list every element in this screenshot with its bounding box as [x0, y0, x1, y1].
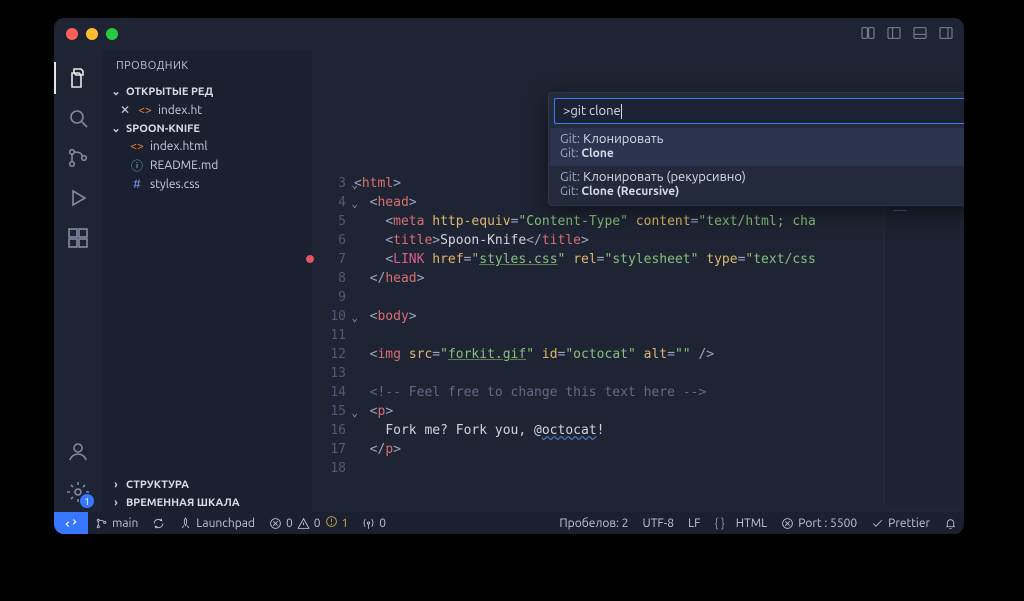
palette-item[interactable]: Git: КлонироватьGit: Clone	[550, 128, 964, 166]
explorer-icon[interactable]	[54, 58, 102, 98]
html-file-icon: <>	[138, 104, 152, 117]
code-content[interactable]: <html> <head> <meta http-equiv="Content-…	[354, 174, 964, 512]
remote-indicator[interactable]	[54, 512, 88, 534]
section-open-editors-label: ОТКРЫТЫЕ РЕД	[126, 86, 213, 98]
section-outline-label: СТРУКТУРА	[126, 479, 189, 491]
sidebar: ПРОВОДНИК ⌄ОТКРЫТЫЕ РЕД ✕ <> index.ht ⌄S…	[102, 50, 312, 512]
titlebar-layout-icons	[860, 25, 954, 41]
panel-bottom-icon[interactable]	[912, 25, 928, 41]
status-bar: main Launchpad 0 0 1 0 Пробелов: 2 UTF-8…	[54, 512, 964, 534]
source-control-icon[interactable]	[54, 138, 102, 178]
code-editor[interactable]: 3⌄4⌄5678910⌄1112131415⌄161718 <html> <he…	[312, 174, 964, 512]
command-palette: >git clone Git: КлонироватьGit: CloneGit…	[548, 92, 964, 206]
file-tree-item[interactable]: <> index.html	[102, 138, 312, 155]
file-name: styles.css	[150, 178, 200, 191]
sync-button[interactable]	[145, 517, 172, 530]
activity-bar: 1	[54, 50, 102, 512]
search-icon[interactable]	[54, 98, 102, 138]
errors-count: 0	[286, 517, 293, 530]
section-open-editors[interactable]: ⌄ОТКРЫТЫЕ РЕД	[102, 82, 312, 101]
prettier-label: Prettier	[888, 517, 930, 530]
section-outline[interactable]: ›СТРУКТУРА	[102, 476, 312, 494]
radio-tower-item[interactable]: 0	[355, 517, 393, 530]
html-file-icon: <>	[130, 140, 144, 153]
section-workspace[interactable]: ⌄SPOON-KNIFE	[102, 119, 312, 138]
minimap[interactable]	[884, 154, 960, 506]
section-workspace-label: SPOON-KNIFE	[126, 123, 200, 135]
encoding-label: UTF-8	[643, 517, 674, 530]
port-label: Port : 5500	[798, 517, 857, 530]
spaces-indicator[interactable]: Пробелов: 2	[552, 517, 635, 530]
launchpad-item[interactable]: Launchpad	[172, 517, 262, 530]
palette-item[interactable]: Git: Клонировать (рекурсивно)Git: Clone …	[550, 166, 964, 204]
command-palette-input[interactable]: >git clone	[554, 98, 964, 124]
git-branch-indicator[interactable]: main	[88, 517, 145, 530]
eol-label: LF	[688, 517, 700, 530]
md-file-icon: ⓘ	[130, 157, 144, 174]
css-file-icon: #	[130, 178, 144, 191]
panel-right-icon[interactable]	[938, 25, 954, 41]
file-name: index.html	[150, 140, 208, 153]
sidebar-title: ПРОВОДНИК	[102, 50, 312, 82]
titlebar	[54, 18, 964, 50]
close-icon[interactable]: ✕	[118, 103, 132, 117]
close-window-button[interactable]	[66, 28, 78, 40]
prettier-indicator[interactable]: Prettier	[864, 517, 937, 530]
git-branch-name: main	[112, 517, 138, 530]
language-label: HTML	[736, 517, 768, 530]
language-mode-indicator[interactable]: { } HTML	[707, 517, 774, 530]
traffic-lights	[66, 28, 118, 40]
accounts-icon[interactable]	[54, 432, 102, 472]
panel-icon[interactable]	[886, 25, 902, 41]
extensions-icon[interactable]	[54, 218, 102, 258]
notifications-icon[interactable]	[937, 517, 964, 530]
open-editor-file-name: index.ht	[158, 104, 202, 117]
zoom-window-button[interactable]	[106, 28, 118, 40]
minimize-window-button[interactable]	[86, 28, 98, 40]
editor-area: 3⌄4⌄5678910⌄1112131415⌄161718 <html> <he…	[312, 50, 964, 512]
section-timeline[interactable]: ›ВРЕМЕННАЯ ШКАЛА	[102, 494, 312, 512]
eol-indicator[interactable]: LF	[681, 517, 707, 530]
file-tree-item[interactable]: # styles.css	[102, 176, 312, 193]
launchpad-label: Launchpad	[196, 517, 255, 530]
section-timeline-label: ВРЕМЕННАЯ ШКАЛА	[126, 497, 240, 509]
settings-badge: 1	[80, 494, 94, 508]
warnings-count: 0	[314, 517, 321, 530]
layout-icon[interactable]	[860, 25, 876, 41]
spaces-label: Пробелов: 2	[559, 517, 628, 530]
problems-indicator[interactable]: 0 0 1	[262, 515, 355, 531]
open-editor-item[interactable]: ✕ <> index.ht	[102, 101, 312, 119]
vscode-window: 1 ПРОВОДНИК ⌄ОТКРЫТЫЕ РЕД ✕ <> index.ht …	[54, 18, 964, 534]
info-count: 1	[342, 517, 349, 530]
live-server-indicator[interactable]: Port : 5500	[774, 517, 864, 530]
line-gutter: 3⌄4⌄5678910⌄1112131415⌄161718	[312, 174, 354, 512]
command-palette-query: >git clone	[563, 104, 621, 118]
file-tree-item[interactable]: ⓘ README.md	[102, 155, 312, 176]
encoding-indicator[interactable]: UTF-8	[636, 517, 681, 530]
run-debug-icon[interactable]	[54, 178, 102, 218]
file-name: README.md	[150, 159, 218, 172]
settings-gear-icon[interactable]: 1	[54, 472, 102, 512]
